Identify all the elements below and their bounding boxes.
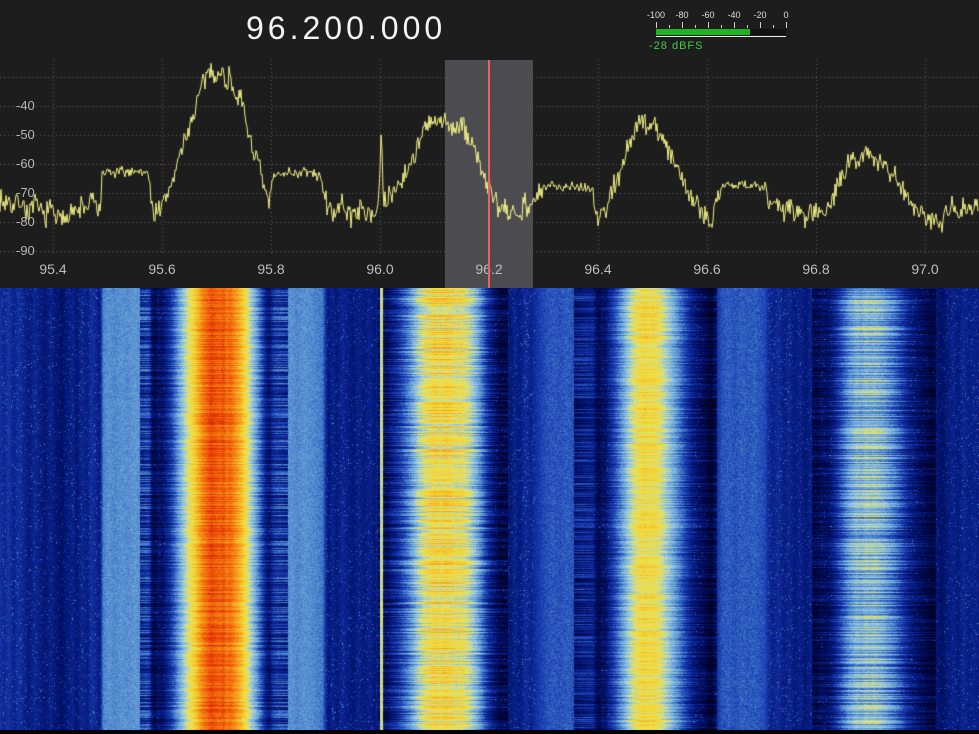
spectrum-panel: -40-50-60-70-80-9095.495.695.896.096.296… xyxy=(0,0,979,288)
smeter-tick xyxy=(656,22,657,28)
smeter-track xyxy=(656,29,786,35)
smeter-bar xyxy=(656,29,750,35)
smeter-tick xyxy=(682,22,683,28)
smeter-tick xyxy=(669,25,670,28)
tuning-line[interactable] xyxy=(488,60,490,288)
signal-strength-meter: -28 dBFS -100 -80 -60 -40 -20 0 xyxy=(647,10,788,56)
smeter-tick xyxy=(747,25,748,28)
smeter-tick xyxy=(695,25,696,28)
smeter-tick xyxy=(721,25,722,28)
smeter-value: -28 dBFS xyxy=(649,40,703,52)
smeter-tick xyxy=(786,22,787,28)
sdr-application-window: -40-50-60-70-80-9095.495.695.896.096.296… xyxy=(0,0,979,734)
smeter-scale-label: -20 xyxy=(753,10,766,20)
smeter-tick xyxy=(708,22,709,28)
waterfall-display[interactable] xyxy=(0,288,979,730)
smeter-scale-label: -100 xyxy=(647,10,665,20)
frequency-display[interactable]: 96.200.000 xyxy=(246,10,446,47)
smeter-baseline xyxy=(656,36,786,37)
smeter-scale-label: -40 xyxy=(727,10,740,20)
bottom-border xyxy=(0,730,979,734)
smeter-tick xyxy=(734,22,735,28)
smeter-scale-label: -80 xyxy=(675,10,688,20)
smeter-tick xyxy=(760,22,761,28)
smeter-scale-label: 0 xyxy=(783,10,788,20)
smeter-scale-label: -60 xyxy=(701,10,714,20)
smeter-tick xyxy=(773,25,774,28)
